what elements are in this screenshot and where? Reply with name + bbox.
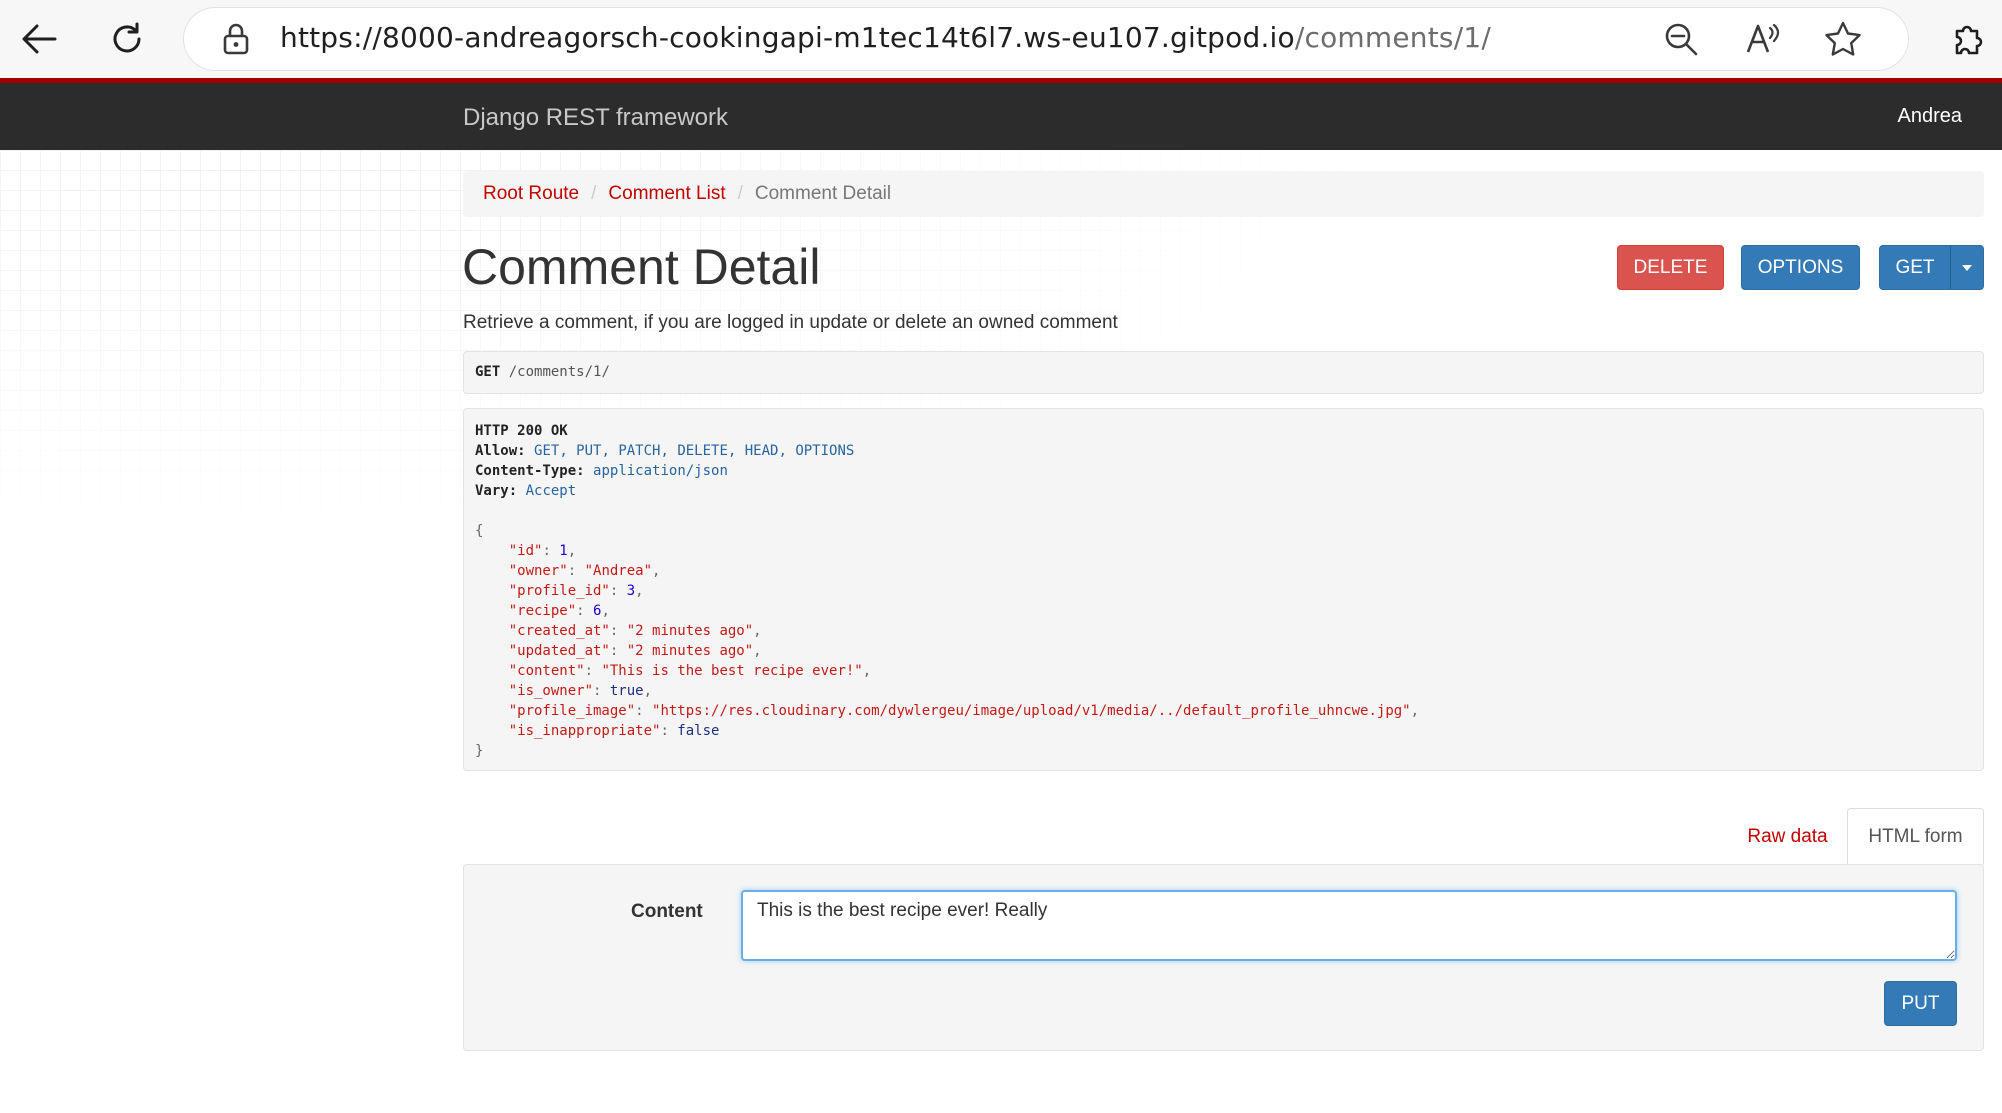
breadcrumb-separator: /	[737, 183, 743, 204]
page-description: Retrieve a comment, if you are logged in…	[463, 312, 1118, 333]
response-header-value: application/json	[593, 463, 728, 479]
response-header-value: Accept	[525, 483, 577, 499]
options-button[interactable]: OPTIONS	[1741, 245, 1860, 290]
get-format-dropdown[interactable]	[1950, 245, 1984, 290]
url-host: https://8000-andreagorsch-cookingapi-m1t…	[280, 21, 1295, 54]
request-method: GET	[475, 364, 501, 380]
breadcrumb-root-route[interactable]: Root Route	[483, 183, 579, 205]
request-info: GET /comments/1/	[463, 351, 1984, 394]
response-header-key: Allow	[475, 443, 518, 459]
navbar: Django REST framework Andrea	[0, 78, 2002, 150]
browser-toolbar: https://8000-andreagorsch-cookingapi-m1t…	[0, 0, 2002, 78]
html-form-panel: Content This is the best recipe ever! Re…	[463, 864, 1984, 1051]
breadcrumb-comment-detail: Comment Detail	[754, 183, 892, 204]
json-key: "updated_at"	[508, 643, 610, 659]
response-header-key: Content-Type	[475, 463, 577, 479]
json-value: "https://res.cloudinary.com/dywlergeu/im…	[652, 703, 1411, 719]
json-key: "is_inappropriate"	[508, 723, 661, 739]
response-header-colon: :	[508, 483, 518, 499]
json-key: "content"	[508, 663, 585, 679]
json-colon: :	[660, 723, 678, 739]
extensions-icon[interactable]	[1938, 10, 1996, 68]
address-bar[interactable]: https://8000-andreagorsch-cookingapi-m1t…	[184, 8, 1908, 70]
lock-icon[interactable]	[220, 22, 252, 56]
json-value: "Andrea"	[584, 563, 653, 579]
navbar-brand[interactable]: Django REST framework	[463, 104, 728, 132]
content-textarea[interactable]: This is the best recipe ever! Really	[741, 890, 1957, 961]
response-header-colon: :	[517, 443, 526, 459]
json-value: "2 minutes ago"	[626, 623, 754, 639]
request-path: /comments/1/	[508, 364, 610, 380]
json-colon: :	[542, 543, 560, 559]
json-value: false	[677, 723, 720, 739]
put-button[interactable]: PUT	[1884, 981, 1957, 1026]
json-brace: {	[475, 523, 484, 539]
page-title: Comment Detail	[462, 239, 821, 295]
favorite-star-icon[interactable]	[1824, 20, 1862, 58]
chevron-down-icon	[1962, 264, 1972, 271]
breadcrumb-separator: /	[591, 183, 597, 204]
json-colon: :	[609, 643, 627, 659]
json-comma: ,	[1410, 703, 1420, 719]
json-key: "id"	[508, 543, 543, 559]
zoom-out-icon[interactable]	[1662, 20, 1700, 58]
read-aloud-icon[interactable]	[1744, 20, 1782, 58]
json-key: "created_at"	[508, 623, 610, 639]
json-colon: :	[635, 703, 653, 719]
back-arrow-icon[interactable]	[10, 10, 68, 68]
tab-html-form[interactable]: HTML form	[1847, 808, 1984, 865]
json-comma: ,	[753, 623, 762, 639]
response-header-key: Vary	[475, 483, 509, 499]
delete-button[interactable]: DELETE	[1617, 245, 1724, 290]
json-key: "owner"	[508, 563, 568, 579]
json-colon: :	[609, 623, 627, 639]
json-comma: ,	[652, 563, 661, 579]
json-comma: ,	[601, 603, 610, 619]
json-value: true	[609, 683, 644, 699]
json-comma: ,	[635, 583, 644, 599]
json-colon: :	[576, 603, 594, 619]
json-key: "recipe"	[508, 603, 577, 619]
json-key: "profile_image"	[508, 703, 636, 719]
content-label: Content	[631, 901, 703, 922]
json-comma: ,	[753, 643, 762, 659]
url-text[interactable]: https://8000-andreagorsch-cookingapi-m1t…	[280, 21, 1491, 54]
json-colon: :	[593, 683, 610, 699]
response-info: HTTP 200 OK Allow: GET, PUT, PATCH, DELE…	[463, 408, 1984, 771]
json-colon: :	[609, 583, 627, 599]
get-button[interactable]: GET	[1879, 245, 1951, 290]
json-value: "2 minutes ago"	[626, 643, 754, 659]
json-value: 3	[626, 583, 636, 599]
response-content: HTTP 200 OK Allow: GET, PUT, PATCH, DELE…	[475, 423, 1419, 759]
tab-raw-data[interactable]: Raw data	[1730, 810, 1845, 864]
json-comma: ,	[643, 683, 653, 699]
json-value: "This is the best recipe ever!"	[601, 663, 863, 679]
url-path: /comments/1/	[1294, 21, 1491, 54]
json-brace: }	[475, 743, 484, 759]
breadcrumb-comment-list[interactable]: Comment List	[608, 183, 725, 205]
json-colon: :	[567, 563, 585, 579]
response-header-colon: :	[576, 463, 585, 479]
json-comma: ,	[567, 543, 577, 559]
navbar-user-menu[interactable]: Andrea	[1898, 105, 1963, 128]
breadcrumb: Root Route / Comment List / Comment Deta…	[463, 171, 1984, 217]
json-key: "is_owner"	[508, 683, 594, 699]
json-value: 1	[559, 543, 568, 559]
refresh-icon[interactable]	[98, 10, 156, 68]
response-header-value: GET, PUT, PATCH, DELETE, HEAD, OPTIONS	[534, 443, 855, 459]
json-colon: :	[584, 663, 602, 679]
response-status: HTTP 200 OK	[475, 423, 568, 439]
json-comma: ,	[862, 663, 872, 679]
json-key: "profile_id"	[508, 583, 610, 599]
